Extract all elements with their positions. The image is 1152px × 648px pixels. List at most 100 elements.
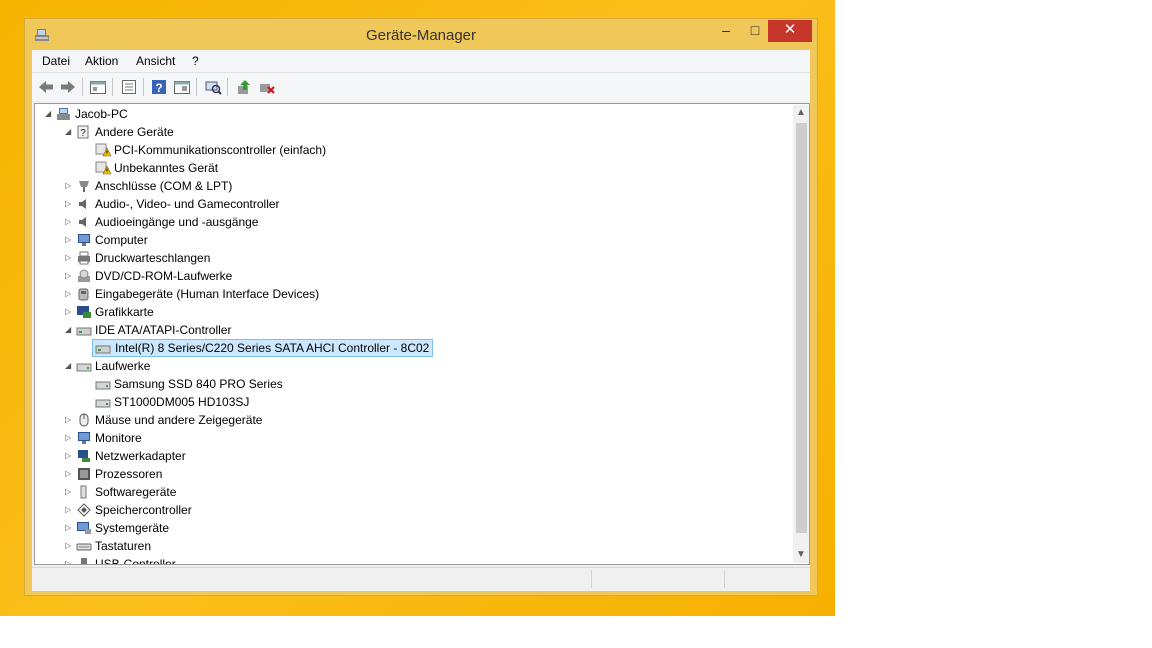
tree-row[interactable]: ▷ Eingabegeräte (Human Interface Devices) (35, 285, 790, 303)
expand-arrow-icon[interactable]: ▷ (65, 285, 75, 303)
expand-arrow-icon[interactable]: ▷ (65, 519, 75, 537)
unknown-device-icon: ? (76, 125, 92, 139)
title-bar[interactable]: Geräte-Manager – □ ✕ (25, 19, 817, 51)
tree-item-label: Audio-, Video- und Gamecontroller (95, 197, 280, 211)
tree-row[interactable]: ▷ Audio-, Video- und Gamecontroller (35, 195, 790, 213)
scroll-down-icon[interactable]: ▼ (793, 547, 809, 563)
expand-arrow-icon[interactable]: ▷ (65, 195, 75, 213)
tree-row[interactable]: ▷ Systemgeräte (35, 519, 790, 537)
collapse-arrow-icon[interactable]: ◢ (65, 357, 75, 375)
update-driver-icon[interactable] (235, 78, 253, 96)
help-icon[interactable]: ? (150, 78, 168, 96)
expand-arrow-icon[interactable]: ▷ (65, 303, 75, 321)
tree-row[interactable]: ▷ Anschlüsse (COM & LPT) (35, 177, 790, 195)
back-icon[interactable] (37, 78, 55, 96)
hid-icon (76, 287, 92, 301)
expand-arrow-icon[interactable]: ▷ (65, 249, 75, 267)
menu-datei[interactable]: Datei (42, 54, 70, 68)
tree-item-label: Speichercontroller (95, 503, 192, 517)
status-bar (32, 567, 810, 590)
speaker-icon (76, 215, 92, 229)
tree-row[interactable]: PCI-Kommunikationscontroller (einfach) (35, 141, 790, 159)
tree-item-label: Laufwerke (95, 359, 151, 373)
properties-window-icon[interactable] (89, 78, 107, 96)
tree-row[interactable]: ▷ Audioeingänge und -ausgänge (35, 213, 790, 231)
menu-ansicht[interactable]: Ansicht (136, 54, 175, 68)
tree-row[interactable]: ◢ IDE ATA/ATAPI-Controller (35, 321, 790, 339)
expand-arrow-icon[interactable]: ▷ (65, 177, 75, 195)
tree-item-label: IDE ATA/ATAPI-Controller (95, 323, 232, 337)
expand-arrow-icon[interactable]: ▷ (65, 537, 75, 555)
expand-arrow-icon[interactable]: ▷ (65, 411, 75, 429)
tree-row[interactable]: ▷ Softwaregeräte (35, 483, 790, 501)
device-tree[interactable]: ▲ ▼ ◢ Jacob-PC ◢? Andere Geräte PCI-Kommunik… (34, 103, 810, 565)
tree-item-label: Computer (95, 233, 148, 247)
menu-aktion[interactable]: Aktion (85, 54, 118, 68)
expand-arrow-icon[interactable]: ▷ (65, 447, 75, 465)
tree-row[interactable]: ▷ Netzwerkadapter (35, 447, 790, 465)
display-adapter-icon (76, 305, 92, 319)
expand-arrow-icon[interactable]: ▷ (65, 555, 75, 564)
tree-row[interactable]: ▷ Druckwarteschlangen (35, 249, 790, 267)
list-icon[interactable] (120, 78, 138, 96)
expand-arrow-icon[interactable]: ▷ (65, 231, 75, 249)
keyboard-icon (76, 539, 92, 553)
cpu-icon (76, 467, 92, 481)
tree-row[interactable]: ▷ Computer (35, 231, 790, 249)
expand-arrow-icon[interactable]: ▷ (65, 429, 75, 447)
tree-row[interactable]: ST1000DM005 HD103SJ (35, 393, 790, 411)
scan-hardware-icon[interactable] (204, 78, 222, 96)
scroll-up-icon[interactable]: ▲ (793, 105, 809, 121)
menu-help[interactable]: ? (192, 54, 199, 68)
tree-row[interactable]: Samsung SSD 840 PRO Series (35, 375, 790, 393)
tree-row[interactable]: Unbekanntes Gerät (35, 159, 790, 177)
expand-arrow-icon[interactable]: ▷ (65, 501, 75, 519)
toolbar-separator (227, 78, 228, 96)
expand-arrow-icon[interactable]: ▷ (65, 213, 75, 231)
controller-icon (95, 341, 111, 355)
client-area: Datei Aktion Ansicht ? ? ▲ ▼ ◢ Jacob-PC … (32, 50, 810, 591)
details-icon[interactable] (173, 78, 191, 96)
expand-arrow-icon[interactable]: ▷ (65, 465, 75, 483)
tree-row[interactable]: ▷ Grafikkarte (35, 303, 790, 321)
tree-item-label: Samsung SSD 840 PRO Series (114, 377, 283, 391)
tree-item-label: Audioeingänge und -ausgänge (95, 215, 259, 229)
tree-item-label: Jacob-PC (75, 107, 128, 121)
collapse-arrow-icon[interactable]: ◢ (65, 321, 75, 339)
expand-arrow-icon[interactable]: ▷ (65, 483, 75, 501)
close-button[interactable]: ✕ (768, 20, 812, 42)
tree-row[interactable]: ◢ Laufwerke (35, 357, 790, 375)
tree-row[interactable]: Intel(R) 8 Series/C220 Series SATA AHCI … (35, 339, 790, 357)
expand-arrow-icon[interactable]: ▷ (65, 267, 75, 285)
tree-row[interactable]: ▷ Monitore (35, 429, 790, 447)
system-device-icon (76, 521, 92, 535)
tree-item-label: Grafikkarte (95, 305, 154, 319)
menu-bar: Datei Aktion Ansicht ? (32, 50, 810, 73)
forward-icon[interactable] (59, 78, 77, 96)
tree-row[interactable]: ▷ Prozessoren (35, 465, 790, 483)
toolbar-separator (196, 78, 197, 96)
tree-row[interactable]: ◢? Andere Geräte (35, 123, 790, 141)
maximize-button[interactable]: □ (741, 20, 769, 42)
software-device-icon (76, 485, 92, 499)
device-manager-window: Geräte-Manager – □ ✕ Datei Aktion Ansich… (24, 18, 818, 596)
tree-row[interactable]: ▷ DVD/CD-ROM-Laufwerke (35, 267, 790, 285)
tree-row[interactable]: ▷ Mäuse und andere Zeigegeräte (35, 411, 790, 429)
collapse-arrow-icon[interactable]: ◢ (45, 105, 55, 123)
warning-device-icon (95, 143, 111, 157)
tree-item-label: Eingabegeräte (Human Interface Devices) (95, 287, 320, 301)
scrollbar-thumb[interactable] (796, 123, 807, 533)
tree-row[interactable]: ▷ Speichercontroller (35, 501, 790, 519)
vertical-scrollbar[interactable]: ▲ ▼ (793, 105, 809, 563)
tree-row[interactable]: ▷ Tastaturen (35, 537, 790, 555)
minimize-button[interactable]: – (713, 20, 739, 42)
tree-item-label: Systemgeräte (95, 521, 170, 535)
collapse-arrow-icon[interactable]: ◢ (65, 123, 75, 141)
tree-item-label: Prozessoren (95, 467, 163, 481)
toolbar-separator (143, 78, 144, 96)
dvd-icon (76, 269, 92, 283)
uninstall-device-icon[interactable] (258, 78, 276, 96)
printer-icon (76, 251, 92, 265)
tree-row[interactable]: ◢ Jacob-PC (35, 105, 790, 123)
tree-row[interactable]: ▷ USB-Controller (35, 555, 790, 564)
